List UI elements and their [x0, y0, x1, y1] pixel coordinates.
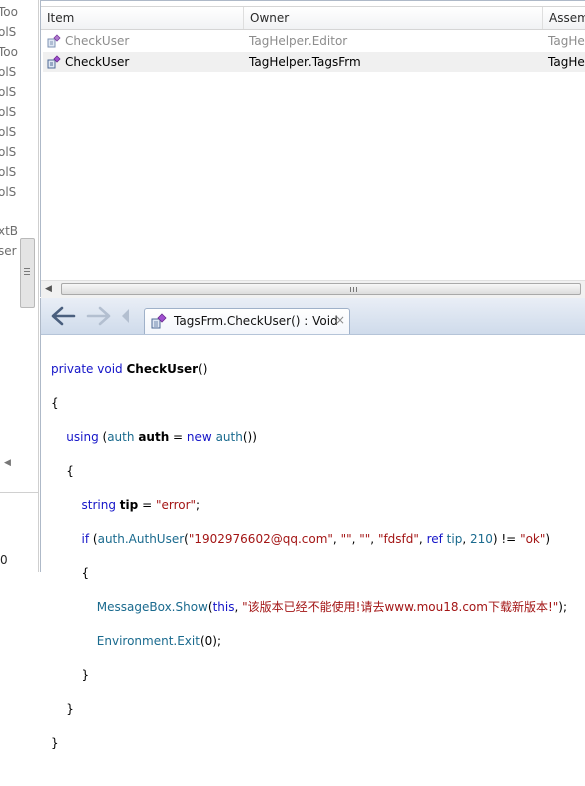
code-line: MessageBox.Show(this, "该版本已经不能使用!请去www.m… [96, 600, 568, 614]
code-line: } [51, 736, 59, 750]
forward-arrow-icon[interactable] [85, 304, 113, 328]
column-header-owner[interactable]: Owner [243, 7, 544, 29]
column-header-item[interactable]: Item [41, 7, 243, 29]
left-list-item[interactable]: olS [0, 122, 38, 142]
code-line: } [66, 702, 74, 716]
table-row[interactable]: CheckUser TagHelper.Editor TagHe [43, 31, 585, 51]
left-list-item[interactable]: olS [0, 62, 38, 82]
code-line: { [66, 464, 74, 478]
tab-scroll-left-icon[interactable] [119, 304, 133, 328]
scroll-left-arrow-icon[interactable]: ◀ [4, 458, 11, 468]
analyzer-list-view: Item Owner Assem CheckUser TagHelper.Edi… [40, 0, 585, 298]
left-list-item[interactable]: Too [0, 42, 38, 62]
table-row-selected[interactable]: CheckUser TagHelper.TagsFrm TagHe [43, 52, 585, 72]
horizontal-scrollbar-thumb[interactable] [61, 283, 581, 295]
left-panel: Too olS Too olS olS olS olS olS olS olS … [0, 0, 39, 572]
left-list-item[interactable]: olS [0, 102, 38, 122]
code-editor-panel: TagsFrm.CheckUser() : Void × private voi… [40, 298, 585, 750]
code-line: if (auth.AuthUser("1902976602@qq.com", "… [81, 532, 551, 546]
code-line: } [81, 668, 90, 682]
code-line: Environment.Exit(0); [96, 634, 221, 648]
code-line: private void CheckUser() [51, 362, 208, 376]
left-list-item[interactable]: olS [0, 82, 38, 102]
code-line: { [51, 396, 59, 410]
left-list-item[interactable]: olS [0, 162, 38, 182]
tab-document[interactable]: TagsFrm.CheckUser() : Void × [144, 308, 350, 334]
code-line: using (auth auth = new auth()) [66, 430, 257, 444]
left-bottom-value: 0 [0, 553, 8, 567]
scroll-left-arrow-icon[interactable]: ◀ [45, 284, 52, 294]
decompiled-code: private void CheckUser() { using (auth a… [51, 344, 581, 786]
close-icon[interactable]: × [335, 313, 345, 327]
item-cell: CheckUser [65, 34, 130, 48]
code-line: string tip = "error"; [81, 498, 201, 512]
editor-toolbar: TagsFrm.CheckUser() : Void × [41, 298, 585, 335]
column-header-assembly[interactable]: Assem [542, 7, 585, 29]
divider [0, 492, 38, 493]
item-cell: CheckUser [65, 55, 130, 69]
assembly-cell: TagHe [548, 34, 585, 48]
left-list-item[interactable]: olS [0, 182, 38, 202]
left-vertical-scrollbar-thumb[interactable] [20, 238, 35, 308]
list-header: Item Owner Assem [41, 6, 585, 30]
horizontal-scrollbar[interactable]: ◀ [41, 280, 585, 298]
method-icon [151, 313, 167, 329]
owner-cell: TagHelper.Editor [249, 34, 348, 48]
method-icon [47, 55, 61, 69]
method-icon [47, 34, 61, 48]
left-list-item[interactable]: olS [0, 142, 38, 162]
assembly-cell: TagHe [548, 55, 585, 69]
code-line: { [81, 566, 90, 580]
back-arrow-icon[interactable] [49, 304, 77, 328]
tab-label: TagsFrm.CheckUser() : Void [174, 314, 338, 328]
owner-cell: TagHelper.TagsFrm [249, 55, 361, 69]
left-list-item[interactable]: Too [0, 2, 38, 22]
left-list-item[interactable]: olS [0, 22, 38, 42]
